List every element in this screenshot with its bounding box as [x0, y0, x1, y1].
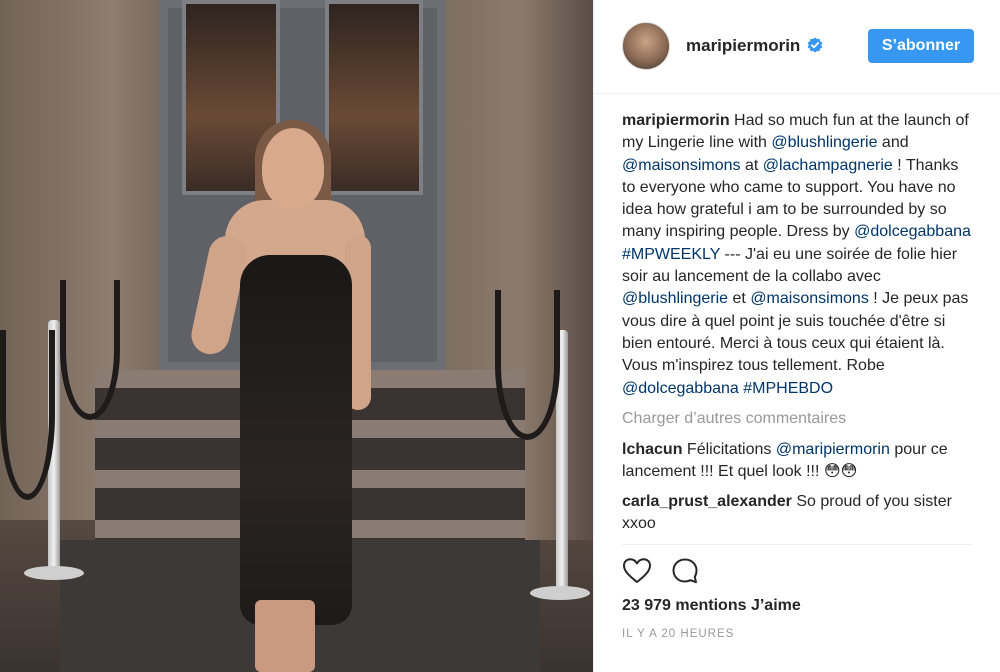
photo-stanchion-base-left: [24, 566, 84, 580]
avatar[interactable]: [622, 22, 670, 70]
post-photo[interactable]: [0, 0, 593, 672]
mention-link[interactable]: @dolcegabbana: [854, 223, 971, 240]
mention-link[interactable]: @maripiermorin: [776, 441, 890, 458]
caption-text: et: [728, 290, 751, 308]
photo-rope-left-2: [60, 280, 120, 420]
comments-list: maripiermorin Had so much fun at the lau…: [622, 110, 974, 542]
actions-divider: [622, 544, 972, 545]
comment-item: carla_prust_alexander So proud of you si…: [622, 491, 974, 536]
mention-link[interactable]: @lachampagnerie: [763, 157, 893, 174]
post-actions: [622, 556, 700, 588]
photo-person-legs: [255, 600, 315, 672]
photo-door-window-right: [325, 0, 423, 195]
post-timestamp[interactable]: IL Y A 20 HEURES: [622, 628, 734, 640]
mention-link[interactable]: @maisonsimons: [622, 157, 741, 174]
comment-username[interactable]: lchacun: [622, 441, 682, 458]
photo-stanchion-base-right: [530, 586, 590, 600]
caption-text: at: [740, 156, 763, 174]
hashtag-link[interactable]: #MPHEBDO: [743, 380, 833, 397]
post-sidebar: maripiermorin S’abonner maripiermorin Ha…: [593, 0, 1000, 672]
mention-link[interactable]: @maisonsimons: [750, 290, 869, 307]
comment-username[interactable]: carla_prust_alexander: [622, 493, 792, 510]
comment-text: Félicitations: [682, 441, 776, 459]
comment-item: lchacun Félicitations @maripiermorin pou…: [622, 439, 974, 484]
header-username[interactable]: maripiermorin: [686, 36, 800, 56]
post-header: maripiermorin S’abonner: [594, 0, 1000, 94]
caption-username[interactable]: maripiermorin: [622, 112, 730, 129]
verified-badge-icon: [807, 37, 823, 53]
heart-icon[interactable]: [622, 556, 652, 586]
load-more-comments-link[interactable]: Charger d’autres commentaires: [622, 408, 974, 430]
likes-count[interactable]: 23 979 mentions J’aime: [622, 597, 801, 615]
mention-link[interactable]: @blushlingerie: [622, 290, 728, 307]
photo-person-face: [262, 128, 324, 208]
comment-bubble-icon[interactable]: [670, 556, 700, 586]
follow-button[interactable]: S’abonner: [868, 29, 974, 63]
photo-person-dress: [240, 255, 352, 625]
mention-link[interactable]: @dolcegabbana: [622, 380, 739, 397]
mention-link[interactable]: @blushlingerie: [771, 134, 877, 151]
photo-rope-left: [0, 330, 55, 500]
caption: maripiermorin Had so much fun at the lau…: [622, 110, 974, 400]
hashtag-link[interactable]: #MPWEEKLY: [622, 246, 720, 263]
photo-rope-right: [495, 290, 560, 440]
caption-text: and: [877, 134, 909, 152]
